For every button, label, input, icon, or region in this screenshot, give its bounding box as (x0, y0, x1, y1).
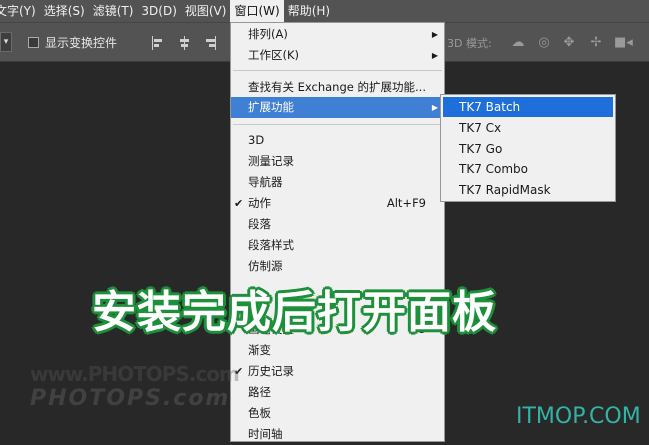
chevron-right-icon: ▶ (431, 51, 438, 60)
menu-item-paragraph[interactable]: 段落 (231, 214, 444, 235)
align-center-icon[interactable] (178, 36, 192, 50)
submenu-item-tk7-go[interactable]: TK7 Go (443, 139, 613, 159)
chevron-right-icon: ▶ (431, 30, 438, 39)
overlay-caption: 安装完成后打开面板 (92, 287, 497, 338)
window-menu-dropdown: 排列(A) ▶ 工作区(K) ▶ 查找有关 Exchange 的扩展功能... 扩展… (230, 22, 445, 442)
menu-item-clone-source[interactable]: 仿制源 (231, 256, 444, 277)
menu-item-extensions[interactable]: 扩展功能 ▶ (231, 97, 444, 118)
menu-bar: 文字(Y) 选择(S) 滤镜(T) 3D(D) 视图(V) 窗口(W) 帮助(H… (0, 0, 649, 22)
menu-window[interactable]: 窗口(W) (230, 0, 284, 22)
extensions-submenu: TK7 Batch TK7 Cx TK7 Go TK7 Combo TK7 Ra… (440, 94, 616, 202)
chevron-down-icon[interactable]: ▾ (0, 32, 12, 52)
menu-separator (233, 124, 442, 125)
roll-3d-icon[interactable]: ◎ (536, 35, 552, 51)
checkmark-icon: ✔ (234, 197, 244, 210)
watermark-right: ITMOP.COM (516, 404, 641, 429)
align-right-icon[interactable] (203, 36, 217, 50)
watermark-left: www.PHOTOPS.com PHOTOPS.com (30, 362, 240, 411)
orbit-3d-icon[interactable]: ☁ (510, 35, 526, 51)
menu-item-history[interactable]: ✔ 历史记录 (231, 361, 444, 382)
menu-item-gradients[interactable]: 渐变 (231, 340, 444, 361)
slide-3d-icon[interactable]: ✢ (588, 35, 604, 51)
submenu-item-tk7-combo[interactable]: TK7 Combo (443, 159, 613, 179)
menu-filter[interactable]: 滤镜(T) (89, 0, 138, 22)
camera-3d-icon[interactable]: ■◂ (614, 35, 633, 51)
submenu-item-tk7-batch[interactable]: TK7 Batch (443, 97, 613, 117)
transform-controls-label: 显示变换控件 (45, 36, 118, 50)
menu-item-navigator[interactable]: 导航器 (231, 172, 444, 193)
align-left-icon[interactable] (151, 36, 165, 50)
menu-item-3d[interactable]: 3D (231, 130, 444, 151)
menu-item-paragraph-styles[interactable]: 段落样式 (231, 235, 444, 256)
menu-item-workspace[interactable]: 工作区(K) ▶ (231, 45, 444, 66)
menu-select[interactable]: 选择(S) (40, 0, 89, 22)
menu-item-find-exchange[interactable]: 查找有关 Exchange 的扩展功能... (231, 77, 444, 98)
menu-item-paths[interactable]: 路径 (231, 382, 444, 403)
3d-mode-label: 3D 模式: (447, 37, 492, 50)
submenu-item-tk7-cx[interactable]: TK7 Cx (443, 118, 613, 138)
menu-3d[interactable]: 3D(D) (137, 0, 180, 22)
menu-separator (233, 70, 442, 71)
drag-3d-icon[interactable]: ✥ (561, 35, 577, 51)
transform-controls-checkbox[interactable] (28, 37, 39, 48)
menu-item-swatches[interactable]: 色板 (231, 403, 444, 424)
menu-item-measurement-log[interactable]: 测量记录 (231, 151, 444, 172)
menu-type[interactable]: 文字(Y) (0, 0, 40, 22)
menu-view[interactable]: 视图(V) (181, 0, 231, 22)
chevron-right-icon: ▶ (431, 103, 438, 112)
menu-help[interactable]: 帮助(H) (284, 0, 334, 22)
menu-item-actions[interactable]: ✔ 动作 Alt+F9 (231, 193, 444, 214)
menu-item-arrange[interactable]: 排列(A) ▶ (231, 24, 444, 45)
submenu-item-tk7-rapidmask[interactable]: TK7 RapidMask (443, 180, 613, 200)
